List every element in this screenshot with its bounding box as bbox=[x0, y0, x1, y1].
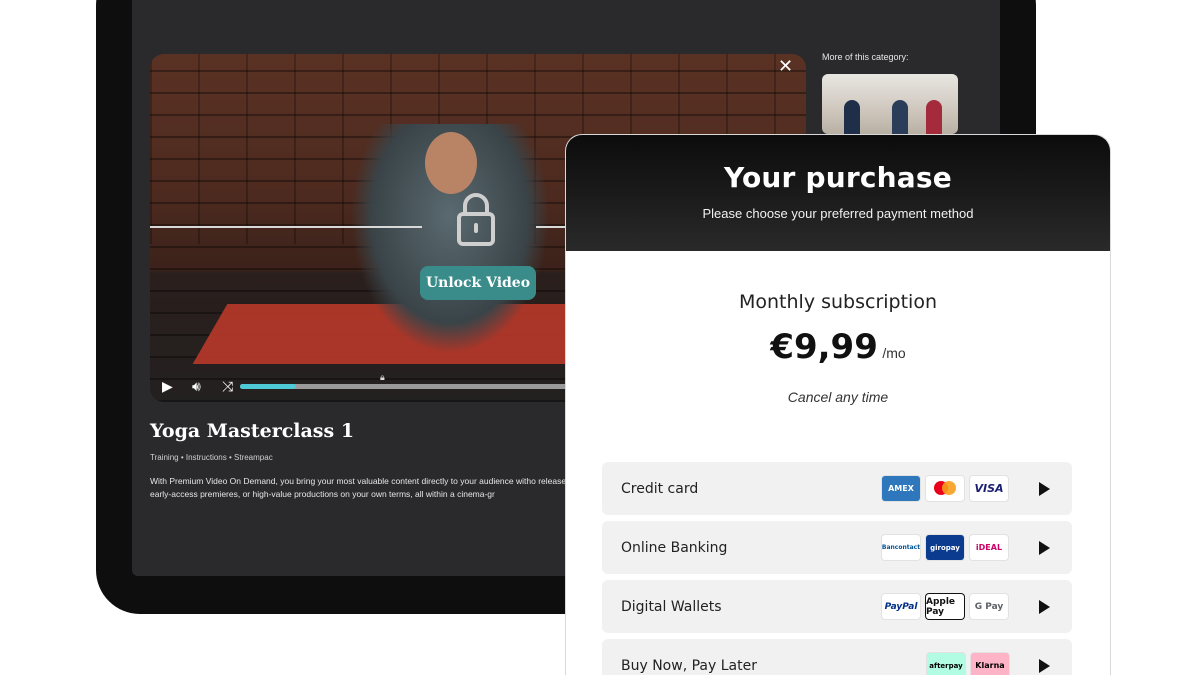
purchase-header: Your purchase Please choose your preferr… bbox=[566, 135, 1110, 251]
close-icon[interactable]: ✕ bbox=[778, 57, 794, 75]
person-head bbox=[425, 132, 477, 194]
lock-icon bbox=[457, 193, 495, 246]
apple-pay-icon: Apple Pay bbox=[926, 594, 964, 619]
payment-method-bnpl[interactable]: Buy Now, Pay Later afterpay Klarna bbox=[602, 639, 1072, 675]
shuffle-icon[interactable]: ⤨ bbox=[222, 378, 238, 394]
more-category-label: More of this category: bbox=[822, 52, 909, 62]
bancontact-icon: Bancontact bbox=[882, 535, 920, 560]
method-label: Digital Wallets bbox=[621, 598, 722, 615]
mastercard-icon bbox=[926, 476, 964, 501]
page: Unlock Video ▶ 🔊︎ ⤨ 🔒︎ ✕ More of this ca… bbox=[0, 0, 1200, 675]
paypal-icon: PayPal bbox=[882, 594, 920, 619]
purchase-subtitle: Please choose your preferred payment met… bbox=[702, 206, 974, 221]
divider-left bbox=[150, 226, 422, 228]
method-label: Buy Now, Pay Later bbox=[621, 657, 757, 674]
category-thumbnail[interactable] bbox=[822, 74, 958, 134]
price-amount: €9,99 bbox=[770, 327, 878, 367]
plan-name: Monthly subscription bbox=[738, 291, 937, 313]
method-label: Credit card bbox=[621, 480, 699, 497]
amex-icon: AMEX bbox=[882, 476, 920, 501]
price-period: /mo bbox=[882, 345, 906, 361]
unlock-video-button[interactable]: Unlock Video bbox=[420, 266, 536, 300]
select-arrow-icon[interactable] bbox=[1039, 482, 1050, 496]
progress-lock-icon: 🔒︎ bbox=[380, 372, 385, 382]
price: €9,99 /mo bbox=[566, 327, 1110, 367]
ideal-icon: iDEAL bbox=[970, 535, 1008, 560]
payment-method-credit-card[interactable]: Credit card AMEX VISA bbox=[602, 462, 1072, 515]
select-arrow-icon[interactable] bbox=[1039, 541, 1050, 555]
cancel-note: Cancel any time bbox=[787, 389, 889, 405]
payment-methods: Credit card AMEX VISA Online Banking Ban… bbox=[602, 462, 1072, 675]
video-tags: Training • Instructions • Streampac bbox=[150, 453, 273, 462]
volume-icon[interactable]: 🔊︎ bbox=[192, 378, 208, 394]
video-title: Yoga Masterclass 1 bbox=[150, 420, 355, 442]
giropay-icon: giropay bbox=[926, 535, 964, 560]
visa-icon: VISA bbox=[970, 476, 1008, 501]
payment-method-online-banking[interactable]: Online Banking Bancontact giropay iDEAL bbox=[602, 521, 1072, 574]
select-arrow-icon[interactable] bbox=[1039, 600, 1050, 614]
select-arrow-icon[interactable] bbox=[1039, 659, 1050, 673]
method-logos: PayPal Apple Pay G Pay bbox=[882, 594, 1008, 619]
method-logos: Bancontact giropay iDEAL bbox=[882, 535, 1008, 560]
method-logos: AMEX VISA bbox=[882, 476, 1008, 501]
play-icon[interactable]: ▶ bbox=[162, 378, 178, 394]
purchase-title: Your purchase bbox=[724, 161, 952, 194]
klarna-icon: Klarna bbox=[971, 653, 1009, 675]
afterpay-icon: afterpay bbox=[927, 653, 965, 675]
payment-method-digital-wallets[interactable]: Digital Wallets PayPal Apple Pay G Pay bbox=[602, 580, 1072, 633]
method-logos: afterpay Klarna bbox=[927, 653, 1009, 675]
purchase-card: Your purchase Please choose your preferr… bbox=[566, 135, 1110, 675]
method-label: Online Banking bbox=[621, 539, 728, 556]
video-description: With Premium Video On Demand, you bring … bbox=[150, 476, 573, 499]
google-pay-icon: G Pay bbox=[970, 594, 1008, 619]
progress-fill bbox=[240, 384, 296, 389]
